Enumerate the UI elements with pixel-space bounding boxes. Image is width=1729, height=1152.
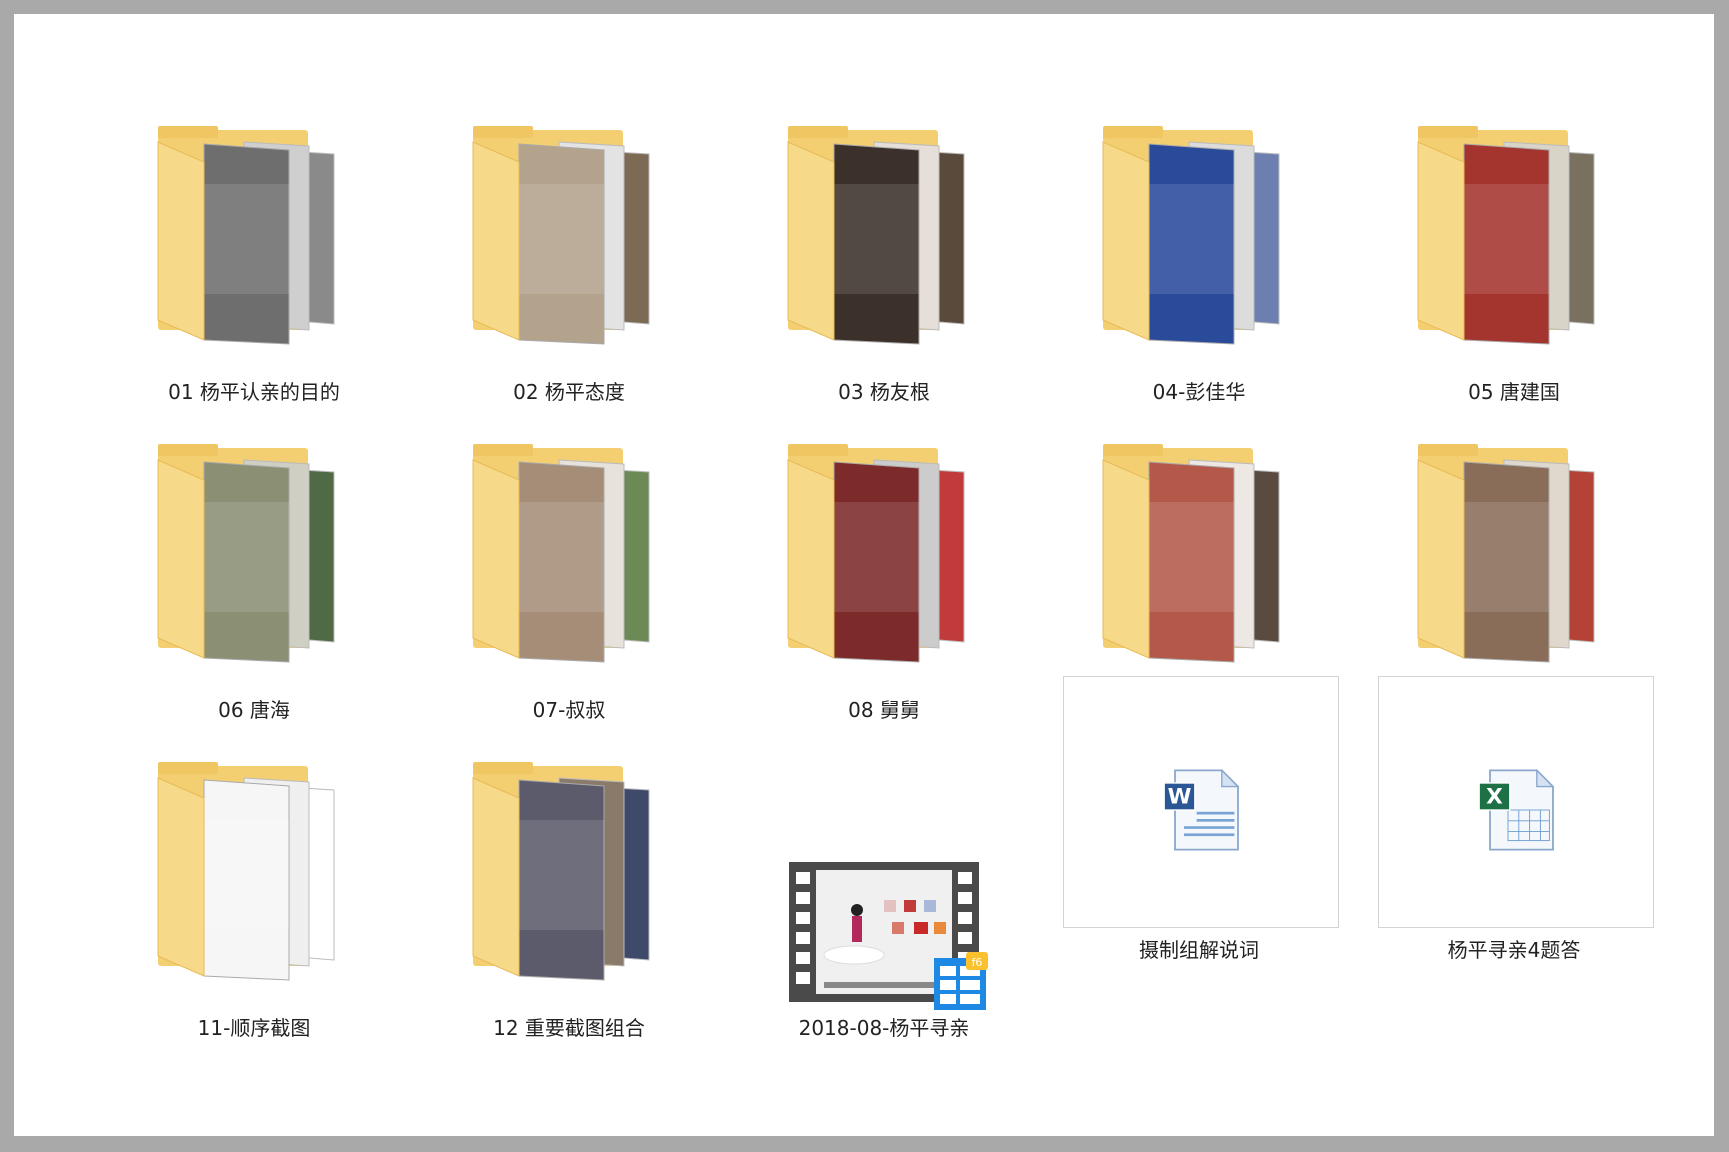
file-name-label: 03 杨友根 <box>838 380 930 404</box>
excel-workbook-item[interactable]: X 杨平寻亲4题答 <box>1364 676 1664 986</box>
file-name-label: 05 唐建国 <box>1468 380 1560 404</box>
folder-item[interactable]: 03 杨友根 <box>734 114 1034 424</box>
svg-text:X: X <box>1486 785 1503 810</box>
folder-item[interactable]: 01 杨平认亲的目的 <box>104 114 404 424</box>
folder-item[interactable]: 04-彭佳华 <box>1049 114 1349 424</box>
file-name-label: 07-叔叔 <box>532 698 606 722</box>
file-name-label: 06 唐海 <box>218 698 290 722</box>
file-name-label: 08 舅舅 <box>848 698 920 722</box>
file-name-label: 杨平寻亲4题答 <box>1447 938 1581 962</box>
file-explorer-window: 01 杨平认亲的目的 02 杨平态度 03 杨友根 04-彭佳华 05 唐建国 … <box>14 14 1714 1136</box>
video-file-item[interactable]: f6 2018-08-杨平寻亲 <box>734 750 1034 1060</box>
svg-text:W: W <box>1168 785 1192 810</box>
file-name-label: 01 杨平认亲的目的 <box>168 380 340 404</box>
file-name-label: 04-彭佳华 <box>1152 380 1246 404</box>
folder-item[interactable]: 08 舅舅 <box>734 432 1034 742</box>
file-icon-grid: 01 杨平认亲的目的 02 杨平态度 03 杨友根 04-彭佳华 05 唐建国 … <box>14 14 1714 1136</box>
folder-item[interactable]: 12 重要截图组合 <box>419 750 719 1060</box>
word-document-item[interactable]: W 摄制组解说词 <box>1049 676 1349 986</box>
folder-item[interactable]: 02 杨平态度 <box>419 114 719 424</box>
folder-item[interactable]: 07-叔叔 <box>419 432 719 742</box>
video-app-badge: f6 <box>972 956 983 969</box>
folder-item[interactable]: 05 唐建国 <box>1364 114 1664 424</box>
file-name-label: 11-顺序截图 <box>197 1016 311 1040</box>
file-name-label: 2018-08-杨平寻亲 <box>798 1016 970 1040</box>
file-name-label: 02 杨平态度 <box>513 380 625 404</box>
folder-item[interactable]: 06 唐海 <box>104 432 404 742</box>
file-name-label: 12 重要截图组合 <box>493 1016 645 1040</box>
document-preview-frame: X <box>1378 676 1654 928</box>
folder-item[interactable]: 11-顺序截图 <box>104 750 404 1060</box>
file-name-label: 摄制组解说词 <box>1139 938 1259 962</box>
document-preview-frame: W <box>1063 676 1339 928</box>
